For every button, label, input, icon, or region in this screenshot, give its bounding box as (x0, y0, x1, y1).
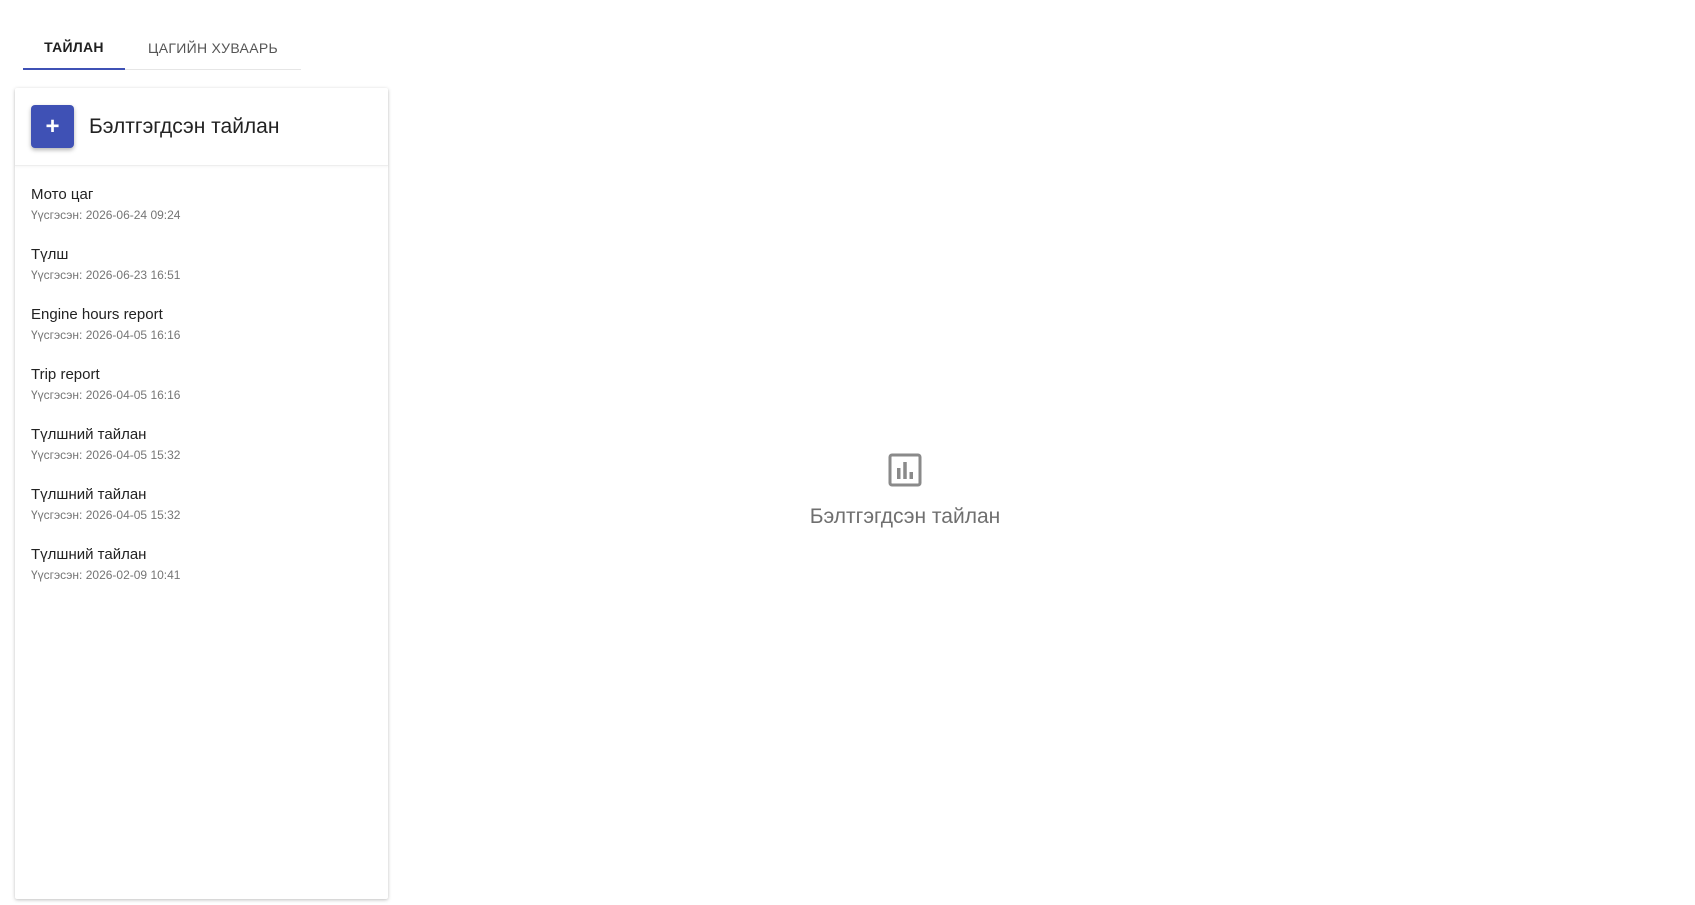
report-name: Түлшний тайлан (31, 426, 147, 443)
sidebar-title: Бэлтгэгдсэн тайлан (89, 114, 280, 138)
report-created-date: Үүсгэсэн: 2026-06-23 16:51 (31, 268, 181, 282)
report-list-item[interactable]: Engine hours report Үүсгэсэн: 2026-04-05… (15, 297, 388, 357)
report-list: Мото цаг Үүсгэсэн: 2026-06-24 09:24 Түлш… (15, 166, 388, 597)
report-list-item[interactable]: Түлшний тайлан Үүсгэсэн: 2026-04-05 15:3… (15, 417, 388, 477)
report-created-date: Үүсгэсэн: 2026-04-05 15:32 (31, 508, 181, 522)
bar-chart-icon (887, 452, 923, 488)
report-list-item[interactable]: Мото цаг Үүсгэсэн: 2026-06-24 09:24 (15, 177, 388, 237)
report-created-date: Үүсгэсэн: 2026-02-09 10:41 (31, 568, 181, 582)
report-name: Түлш (31, 246, 69, 263)
reports-sidebar: + Бэлтгэгдсэн тайлан Мото цаг Үүсгэсэн: … (15, 88, 388, 899)
add-report-button[interactable]: + (31, 105, 74, 148)
tab-reports[interactable]: ТАЙЛАН (23, 26, 125, 70)
report-name: Trip report (31, 366, 100, 383)
report-list-item[interactable]: Түлшний тайлан Үүсгэсэн: 2026-02-09 10:4… (15, 537, 388, 597)
report-name: Мото цаг (31, 186, 94, 203)
empty-state: Бэлтгэгдсэн тайлан (700, 452, 1110, 529)
empty-state-text: Бэлтгэгдсэн тайлан (809, 505, 1001, 528)
report-created-date: Үүсгэсэн: 2026-04-05 16:16 (31, 388, 181, 402)
tab-schedule[interactable]: ЦАГИЙН ХУВААРЬ (125, 26, 301, 70)
report-name: Түлшний тайлан (31, 546, 147, 563)
report-list-item[interactable]: Түлшний тайлан Үүсгэсэн: 2026-04-05 15:3… (15, 477, 388, 537)
report-list-item[interactable]: Trip report Үүсгэсэн: 2026-04-05 16:16 (15, 357, 388, 417)
report-created-date: Үүсгэсэн: 2026-06-24 09:24 (31, 208, 181, 222)
report-list-item[interactable]: Түлш Үүсгэсэн: 2026-06-23 16:51 (15, 237, 388, 297)
plus-icon: + (45, 112, 60, 140)
report-name: Түлшний тайлан (31, 486, 147, 503)
sidebar-header: + Бэлтгэгдсэн тайлан (15, 88, 388, 166)
report-name: Engine hours report (31, 306, 163, 323)
tab-bar: ТАЙЛАН ЦАГИЙН ХУВААРЬ (23, 26, 301, 70)
report-created-date: Үүсгэсэн: 2026-04-05 16:16 (31, 328, 181, 342)
reports-page: ТАЙЛАН ЦАГИЙН ХУВААРЬ + Бэлтгэгдсэн тайл… (0, 0, 1695, 905)
report-created-date: Үүсгэсэн: 2026-04-05 15:32 (31, 448, 181, 462)
